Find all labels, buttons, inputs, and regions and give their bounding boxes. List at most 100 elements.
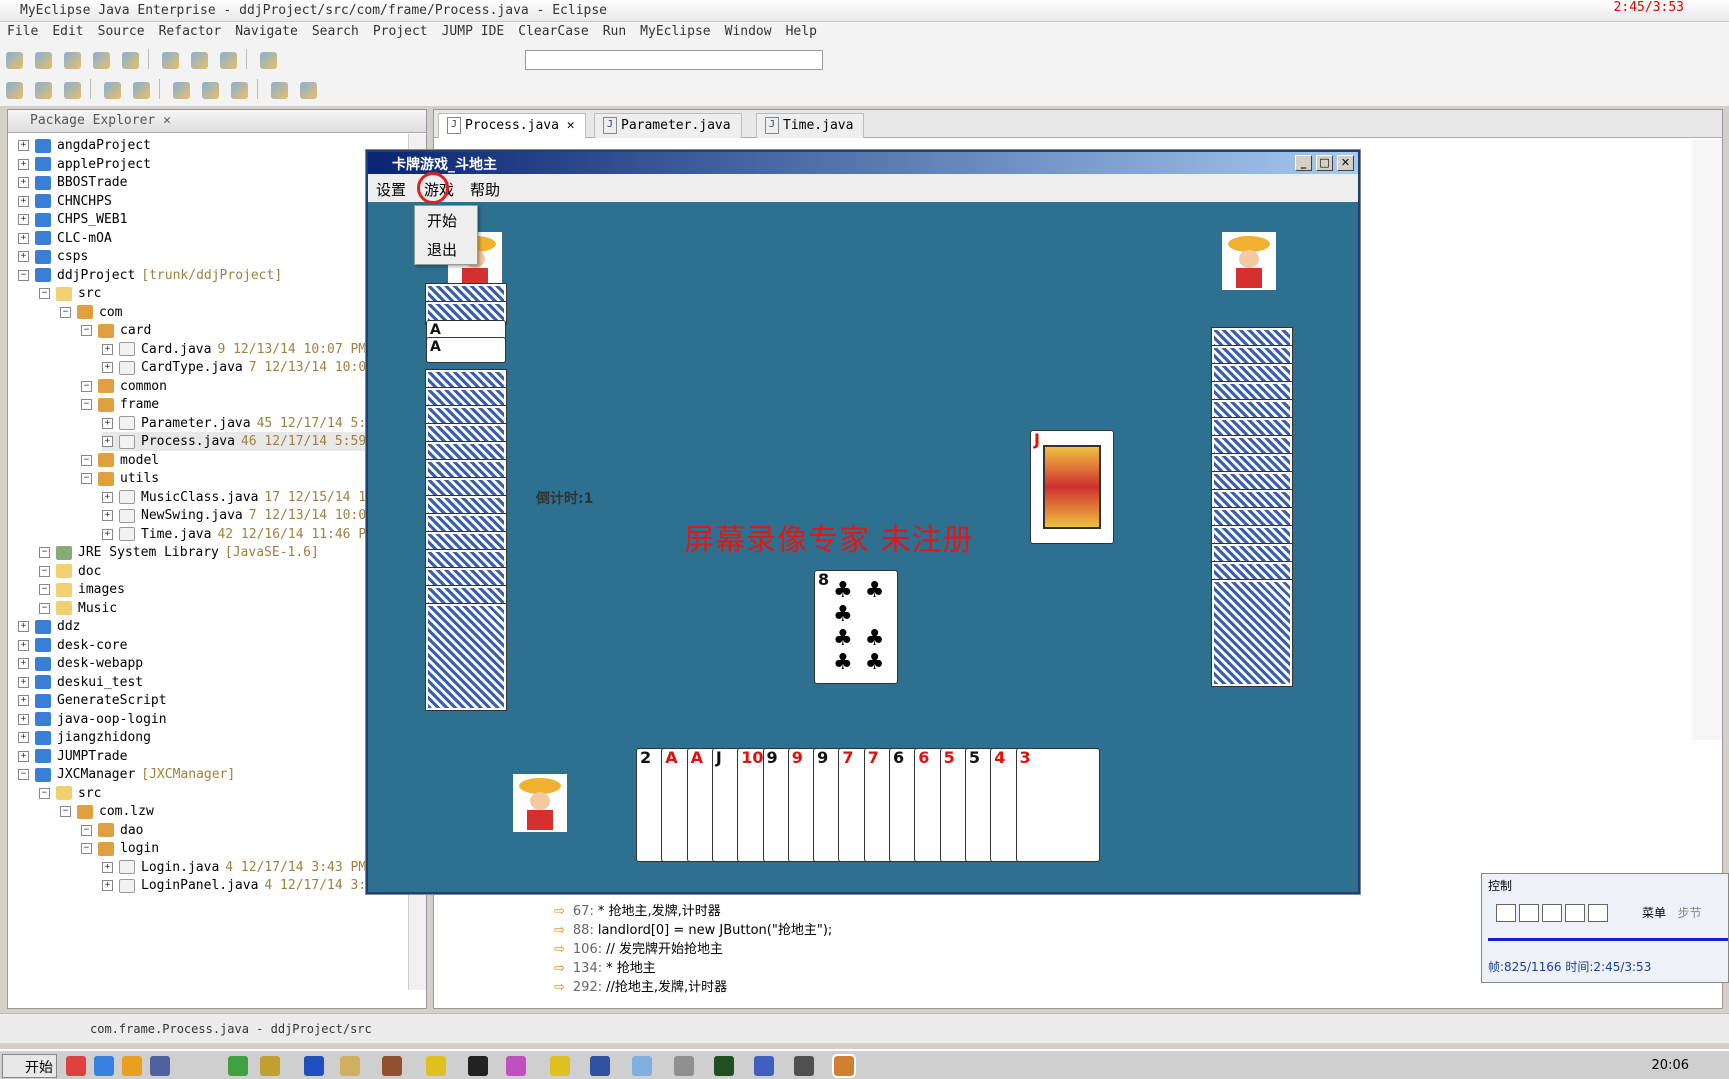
tree-item[interactable]: + jiangzhidong [18, 728, 157, 747]
tree-item[interactable]: + CHPS_WEB1 [18, 210, 133, 229]
maximize-button[interactable]: □ [1316, 155, 1333, 171]
menu-jump-ide[interactable]: JUMP IDE [435, 22, 512, 41]
new-project-icon[interactable] [35, 52, 52, 69]
expand-toggle-icon[interactable]: − [81, 325, 92, 336]
expand-toggle-icon[interactable]: + [102, 510, 113, 521]
menu-help[interactable]: Help [779, 22, 824, 41]
run-icon[interactable] [35, 82, 52, 99]
expand-toggle-icon[interactable]: − [39, 602, 50, 614]
expand-toggle-icon[interactable]: + [102, 417, 113, 429]
tree-item[interactable]: + BBOSTrade [18, 173, 133, 192]
back-icon[interactable] [271, 82, 289, 99]
package-explorer-tab[interactable]: Package Explorer ✕ [8, 110, 426, 133]
menu-edit[interactable]: Edit [45, 22, 90, 41]
app-icon[interactable] [122, 1056, 142, 1076]
expand-toggle-icon[interactable]: − [60, 306, 71, 318]
expand-toggle-icon[interactable]: − [39, 288, 50, 299]
search-result-row[interactable]: ⇨ 106:// 发完牌开始抢地主 [554, 938, 832, 957]
expand-toggle-icon[interactable]: + [18, 676, 29, 688]
app-icon[interactable] [382, 1056, 402, 1076]
tree-item[interactable]: − JXCManager [JXCManager] [18, 765, 235, 784]
close-icon[interactable]: ✕ [163, 113, 171, 128]
expand-toggle-icon[interactable]: + [102, 362, 113, 373]
menu-refactor[interactable]: Refactor [152, 22, 229, 41]
tree-item[interactable]: + Parameter.java 45 12/17/14 5: [102, 414, 366, 433]
expand-toggle-icon[interactable]: − [39, 787, 50, 799]
tree-item[interactable]: + csps [18, 247, 94, 266]
recorder-menu-button[interactable]: 菜单 [1642, 906, 1666, 920]
open-type-icon[interactable] [173, 82, 191, 99]
tree-item[interactable]: − common [81, 377, 173, 396]
expand-toggle-icon[interactable]: + [102, 528, 113, 540]
fullscreen-button[interactable] [1588, 904, 1608, 922]
recorder-progress[interactable] [1488, 938, 1728, 941]
menu-window[interactable]: Window [718, 22, 779, 41]
tree-item[interactable]: + angdaProject [18, 136, 157, 155]
tree-item[interactable]: + GenerateScript [18, 691, 173, 710]
tab-process-java[interactable]: Process.java ✕ [438, 113, 586, 138]
app-icon[interactable] [228, 1056, 248, 1076]
app-icon[interactable] [260, 1056, 280, 1076]
close-button[interactable]: ✕ [1337, 155, 1354, 171]
tree-item[interactable]: − doc [39, 562, 107, 581]
expand-toggle-icon[interactable]: − [81, 473, 92, 484]
refresh-icon[interactable] [133, 82, 151, 99]
tree-item[interactable]: + CHNCHPS [18, 192, 118, 211]
external-tools-icon[interactable] [64, 82, 81, 99]
menu-project[interactable]: Project [366, 22, 435, 41]
capture-button[interactable] [1565, 904, 1585, 922]
expand-toggle-icon[interactable]: + [18, 251, 29, 262]
tree-item[interactable]: − JRE System Library [JavaSE-1.6] [39, 543, 319, 562]
menu-clearcase[interactable]: ClearCase [511, 22, 595, 41]
menu-item-start[interactable]: 开始 [415, 206, 477, 235]
expand-toggle-icon[interactable]: + [18, 695, 29, 706]
tab-parameter-java[interactable]: Parameter.java [594, 113, 742, 138]
tree-item[interactable]: − Music [39, 599, 123, 618]
expand-toggle-icon[interactable]: − [18, 269, 29, 281]
expand-toggle-icon[interactable]: + [18, 750, 29, 762]
expand-toggle-icon[interactable]: + [18, 232, 29, 244]
pause-button[interactable] [1496, 904, 1516, 922]
tree-item[interactable]: + java-oop-login [18, 710, 173, 729]
expand-toggle-icon[interactable]: + [18, 195, 29, 207]
app-icon[interactable] [714, 1056, 734, 1076]
menu-help[interactable]: 帮助 [462, 174, 508, 205]
expand-toggle-icon[interactable]: + [18, 214, 29, 225]
menu-search[interactable]: Search [305, 22, 366, 41]
expand-toggle-icon[interactable]: − [18, 769, 29, 780]
save-icon[interactable] [64, 52, 81, 69]
menu-source[interactable]: Source [91, 22, 152, 41]
search-result-row[interactable]: ⇨ 88: landlord[0] = new JButton("抢地主"); [554, 919, 832, 938]
search-result-row[interactable]: ⇨ 134: * 抢地主 [554, 957, 832, 976]
tree-item[interactable]: + MusicClass.java 17 12/15/14 1 [102, 488, 366, 507]
menu-file[interactable]: File [0, 22, 45, 41]
save-all-icon[interactable] [93, 52, 110, 69]
expand-toggle-icon[interactable]: + [18, 158, 29, 170]
expand-toggle-icon[interactable]: + [18, 732, 29, 743]
word-icon[interactable] [304, 1056, 324, 1076]
toolbar-combo[interactable] [525, 50, 823, 70]
expand-toggle-icon[interactable]: − [81, 399, 92, 410]
deploy-icon[interactable] [162, 52, 180, 69]
expand-toggle-icon[interactable]: − [81, 843, 92, 854]
expand-toggle-icon[interactable]: + [102, 491, 113, 503]
tree-item[interactable]: + deskui_test [18, 673, 149, 692]
expand-toggle-icon[interactable]: − [39, 547, 50, 558]
app-icon[interactable] [632, 1056, 652, 1076]
menu-run[interactable]: Run [596, 22, 633, 41]
search-icon[interactable] [231, 82, 249, 99]
tree-item[interactable]: + LoginPanel.java 4 12/17/14 3:43 PM [102, 876, 405, 895]
tree-item[interactable]: − dao [81, 821, 149, 840]
app-icon[interactable] [506, 1056, 526, 1076]
expand-toggle-icon[interactable]: + [102, 436, 113, 447]
expand-toggle-icon[interactable]: − [39, 565, 50, 577]
tree-item[interactable]: − card [81, 321, 157, 340]
expand-toggle-icon[interactable]: + [18, 140, 29, 151]
app-icon[interactable] [674, 1056, 694, 1076]
forward-icon[interactable] [300, 82, 318, 99]
tree-item[interactable]: − images [39, 580, 131, 599]
tree-item[interactable]: + Process.java 46 12/17/14 5:59 [102, 432, 367, 451]
expand-toggle-icon[interactable]: − [39, 584, 50, 595]
expand-toggle-icon[interactable]: − [81, 454, 92, 466]
search-result-row[interactable]: ⇨ 292://抢地主,发牌,计时器 [554, 976, 832, 995]
